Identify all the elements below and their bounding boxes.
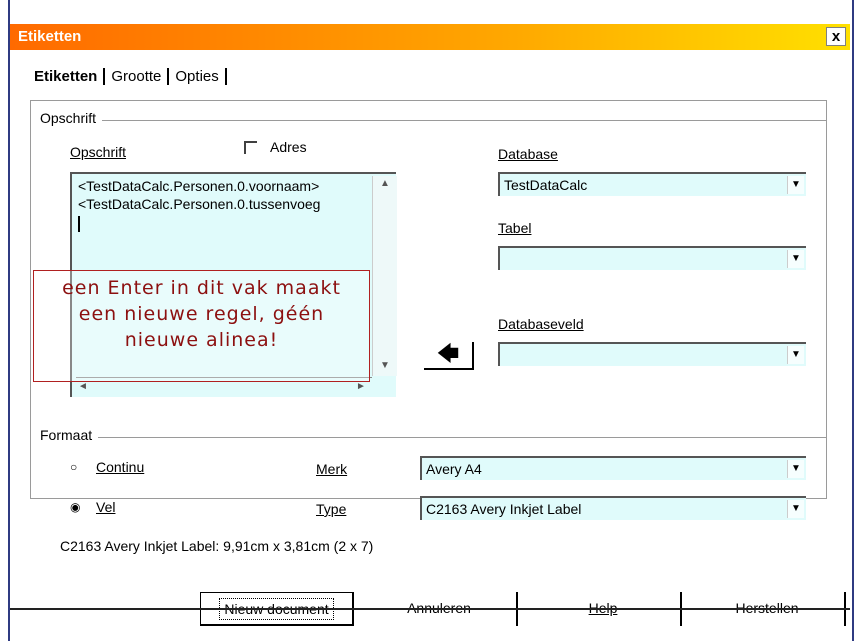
type-value: C2163 Avery Inkjet Label [426, 501, 582, 517]
text-caret [78, 216, 80, 232]
vel-label[interactable]: Vel [96, 499, 115, 515]
dialog-title: Etiketten [18, 28, 82, 45]
scroll-up-icon[interactable]: ▲ [380, 178, 390, 189]
tabel-label: Tabel [498, 220, 532, 236]
formaat-group-title: Formaat [40, 427, 99, 443]
opschrift-group-title: Opschrift [40, 110, 103, 126]
tab-grootte[interactable]: Grootte [105, 68, 170, 85]
database-value: TestDataCalc [504, 177, 588, 193]
tabel-select[interactable]: ▼ [498, 246, 806, 270]
databaseveld-label: Databaseveld [498, 316, 584, 332]
opschrift-label: Opschrift [70, 144, 127, 160]
chevron-down-icon[interactable]: ▼ [787, 460, 804, 478]
merk-value: Avery A4 [426, 461, 482, 477]
database-select[interactable]: TestDataCalc ▼ [498, 172, 806, 196]
vertical-scrollbar[interactable]: ▲ ▼ [372, 176, 397, 376]
database-label: Database [498, 146, 558, 162]
callout-line: nieuwe alinea! [124, 329, 279, 351]
callout-text: een Enter in dit vak maakt een nieuwe re… [34, 275, 369, 353]
tab-opties[interactable]: Opties [169, 68, 227, 85]
callout-line: een nieuwe regel, géén [78, 303, 325, 325]
radio-continu[interactable]: ○ [70, 460, 77, 474]
adres-label[interactable]: Adres [270, 139, 307, 155]
label-info-text: C2163 Avery Inkjet Label: 9,91cm x 3,81c… [60, 538, 374, 554]
arrow-left-icon: 🡄 [436, 341, 460, 366]
databaseveld-select[interactable]: ▼ [498, 342, 806, 366]
opschrift-line: <TestDataCalc.Personen.0.tussenvoeg [78, 196, 321, 212]
merk-select[interactable]: Avery A4 ▼ [420, 456, 806, 480]
opschrift-line: <TestDataCalc.Personen.0.voornaam> [78, 178, 320, 194]
group-divider [42, 437, 826, 438]
chevron-down-icon[interactable]: ▼ [787, 500, 804, 518]
chevron-down-icon[interactable]: ▼ [787, 176, 804, 194]
merk-label: Merk [316, 461, 348, 477]
scroll-left-icon[interactable]: ◄ [78, 381, 88, 392]
type-select[interactable]: C2163 Avery Inkjet Label ▼ [420, 496, 806, 520]
button-bar-border [10, 608, 850, 610]
chevron-down-icon[interactable]: ▼ [787, 250, 804, 268]
type-label: Type [316, 501, 347, 517]
insert-field-button[interactable]: 🡄 [424, 342, 474, 370]
group-divider [42, 120, 826, 121]
tab-bar: Etiketten Grootte Opties [32, 68, 227, 85]
close-icon: x [831, 28, 841, 45]
scroll-down-icon[interactable]: ▼ [380, 360, 390, 371]
chevron-down-icon[interactable]: ▼ [787, 346, 804, 364]
annotation-callout: een Enter in dit vak maakt een nieuwe re… [33, 270, 370, 382]
callout-line: een Enter in dit vak maakt [62, 277, 341, 299]
close-button[interactable]: x [826, 27, 846, 46]
scroll-right-icon[interactable]: ► [356, 381, 366, 392]
radio-vel[interactable]: ◉ [70, 500, 80, 514]
title-bar[interactable]: Etiketten x [10, 24, 850, 50]
tab-etiketten[interactable]: Etiketten [32, 68, 106, 85]
adres-checkbox[interactable] [244, 141, 257, 154]
tab-panel-border [30, 100, 826, 101]
continu-label[interactable]: Continu [96, 459, 144, 475]
tab-panel-border [826, 100, 827, 498]
tab-panel-border [30, 100, 31, 498]
